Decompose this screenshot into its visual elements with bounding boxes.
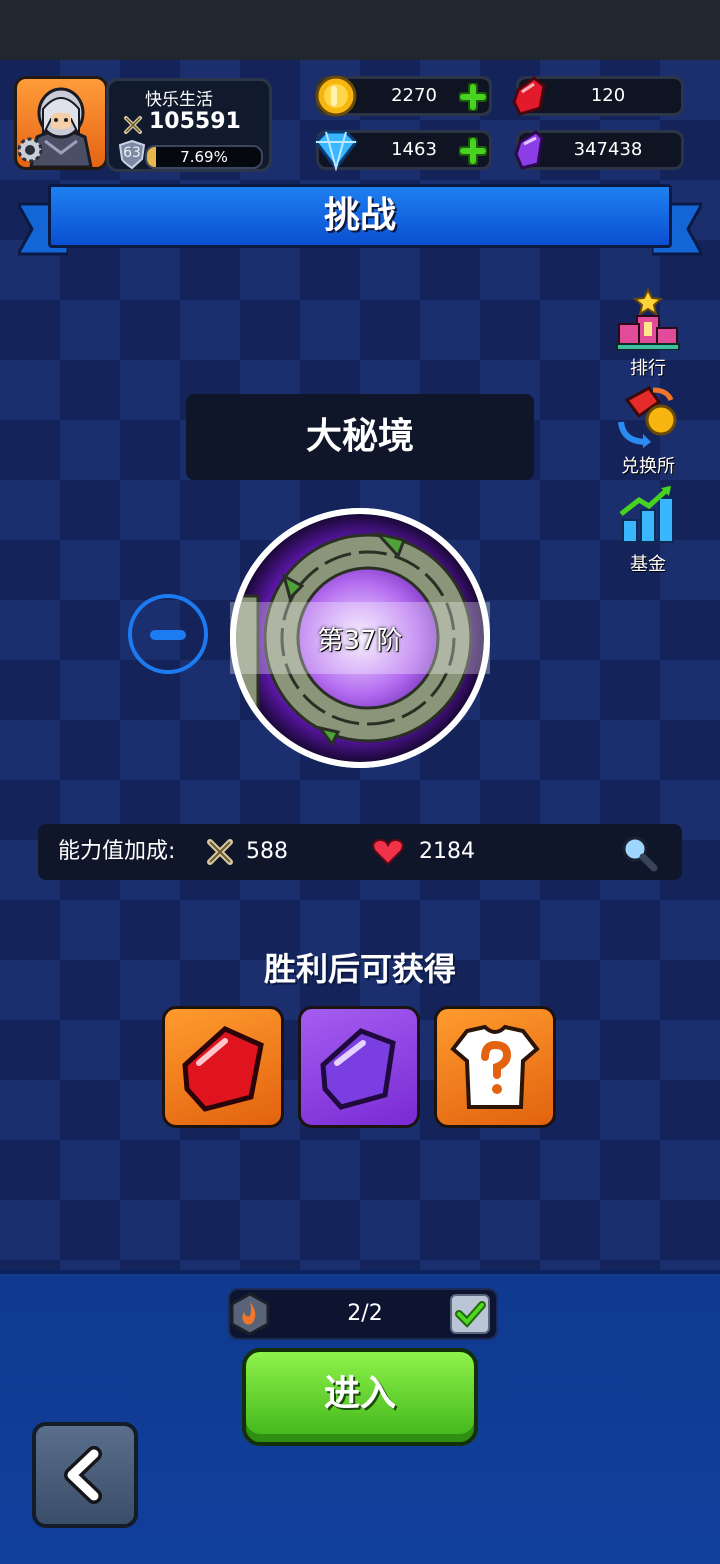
reward-item-purple-gem[interactable] — [298, 1006, 420, 1128]
status-bar — [0, 0, 720, 60]
decrease-level-button[interactable] — [128, 594, 208, 674]
crossed-swords-icon — [123, 115, 143, 135]
magnifier-icon[interactable] — [620, 834, 658, 872]
player-profile[interactable]: 快乐生活 105591 63 7.69% — [14, 76, 272, 172]
purple-gem-value: 347438 — [573, 139, 643, 160]
mystery-armor-icon — [450, 1024, 540, 1109]
reward-item-red-gem[interactable] — [162, 1006, 284, 1128]
attack-swords-icon — [206, 838, 234, 866]
challenge-ticket-bar: 2/2 — [228, 1288, 498, 1340]
player-name: 快乐生活 — [145, 90, 213, 110]
gold-value: 2270 — [391, 85, 437, 106]
purple-gem-icon — [508, 128, 552, 172]
stat-bonus-label: 能力值加成: — [58, 839, 176, 864]
fund-chart-icon — [619, 486, 674, 543]
player-level: 63 — [123, 145, 141, 161]
heart-icon — [372, 838, 404, 866]
add-diamond-plus-icon[interactable] — [457, 135, 489, 167]
attack-bonus-value: 588 — [246, 839, 288, 864]
side-menu-ranking-label: 排行 — [630, 358, 666, 379]
stage-level-label: 第37阶 — [317, 626, 403, 656]
profile-info-panel: 快乐生活 105591 63 7.69% — [106, 78, 272, 172]
stage-title-panel: 大秘境 — [186, 394, 534, 480]
red-gem-icon — [182, 1026, 264, 1112]
auto-use-checkbox[interactable] — [450, 1294, 490, 1334]
back-button[interactable] — [32, 1422, 138, 1528]
red-gem-icon — [508, 74, 552, 118]
combat-power-value: 105591 — [149, 109, 241, 134]
minus-icon — [150, 630, 186, 640]
reward-item-mystery-armor[interactable] — [434, 1006, 556, 1128]
side-menu-exchange-label: 兑换所 — [621, 456, 675, 477]
add-gold-plus-icon[interactable] — [457, 81, 489, 113]
podium-icon — [616, 287, 680, 351]
ticket-count: 2/2 — [347, 1301, 383, 1326]
stage-name: 大秘境 — [305, 416, 414, 457]
enter-button-label: 进入 — [323, 1373, 396, 1414]
page-title-banner: 挑战 — [48, 184, 672, 248]
hp-bonus-value: 2184 — [419, 839, 475, 864]
purple-gem-icon — [320, 1028, 396, 1110]
fire-ticket-icon — [228, 1292, 272, 1336]
settings-gear-icon[interactable] — [16, 136, 44, 164]
chevron-left-icon — [64, 1446, 102, 1504]
enter-button[interactable]: 进入 — [242, 1348, 478, 1446]
side-menu-exchange[interactable]: 兑换所 — [608, 386, 688, 478]
side-menu-ranking[interactable]: 排行 — [608, 287, 688, 380]
red-gem-value: 120 — [590, 85, 626, 106]
page-title: 挑战 — [323, 195, 396, 236]
checkmark-icon — [455, 1301, 486, 1328]
xp-percent-text: 7.69% — [180, 148, 228, 166]
diamond-icon — [312, 128, 358, 172]
stat-bonus-bar: 能力值加成: 588 2184 — [38, 824, 682, 880]
rewards-title: 胜利后可获得 — [263, 950, 456, 988]
gold-coin-icon — [314, 74, 358, 118]
side-menu-fund[interactable]: 基金 — [608, 484, 688, 576]
exchange-icon — [618, 386, 677, 448]
diamond-value: 1463 — [391, 139, 437, 160]
side-menu-fund-label: 基金 — [630, 554, 666, 575]
xp-progress-bar: 7.69% — [145, 145, 263, 169]
